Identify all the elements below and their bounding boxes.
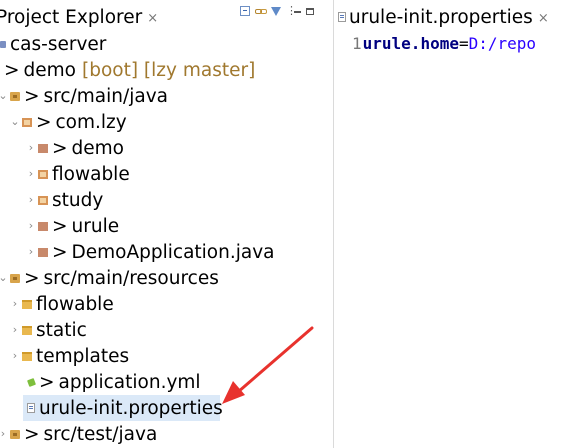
minimize-icon[interactable] — [294, 6, 301, 16]
tree-item-templates-folder[interactable]: › templates — [8, 343, 129, 369]
tree-item-label: flowable — [36, 293, 114, 315]
line-number: 1 — [352, 33, 362, 53]
tree-item-label: src/main/java — [43, 85, 168, 107]
tree-item-label: DemoApplication.java — [71, 241, 275, 263]
project-explorer-title: Project Explorer — [0, 6, 143, 28]
tree-item-src-main-resources[interactable]: ⌄ > src/main/resources — [0, 265, 219, 291]
tree-item-demo-project[interactable]: > demo [boot] [lzy master] — [0, 57, 255, 83]
chevron-right-icon[interactable]: › — [24, 135, 38, 161]
dirty-marker: > — [39, 371, 55, 393]
tree-item-label: demo — [23, 59, 76, 81]
maximize-icon[interactable] — [306, 7, 314, 15]
view-divider[interactable] — [333, 0, 334, 448]
dirty-marker: > — [52, 137, 68, 159]
tree-item-label: templates — [36, 345, 130, 367]
tree-item-urule-package[interactable]: › > urule — [24, 213, 119, 239]
java-file-icon — [38, 247, 48, 257]
dirty-marker: > — [24, 423, 40, 445]
chevron-right-icon[interactable]: › — [8, 343, 22, 369]
dirty-marker: > — [4, 59, 20, 81]
tree-item-label: src/main/resources — [43, 267, 219, 289]
tree-item-study-package[interactable]: › study — [24, 187, 104, 213]
tree-item-label: com.lzy — [55, 111, 127, 133]
tree-item-label: application.yml — [58, 371, 201, 393]
folder-icon — [22, 325, 32, 335]
tree-item-demo-package[interactable]: › > demo — [24, 135, 124, 161]
chevron-down-icon[interactable]: ⌄ — [0, 265, 10, 291]
project-decoration: [boot] [lzy master] — [81, 59, 256, 81]
package-icon — [38, 195, 48, 205]
chevron-right-icon[interactable]: › — [8, 291, 22, 317]
property-equals: = — [458, 33, 469, 53]
source-folder-icon — [10, 429, 20, 439]
tree-item-label: static — [36, 319, 87, 341]
tree-item-label: cas-server — [10, 33, 107, 55]
dirty-marker: > — [36, 111, 52, 133]
editor-tab-title: urule-init.properties — [349, 6, 533, 28]
chevron-right-icon[interactable]: › — [24, 239, 38, 265]
chevron-down-icon[interactable]: ⌄ — [8, 109, 22, 135]
folder-icon — [22, 299, 32, 309]
view-toolbar: ⋮ — [240, 4, 314, 18]
chevron-right-icon[interactable]: › — [24, 213, 38, 239]
property-key: urule.home — [362, 33, 459, 53]
tree-item-application-yml[interactable]: > application.yml — [27, 369, 201, 395]
tree-item-static-folder[interactable]: › static — [8, 317, 87, 343]
tree-item-urule-init-properties[interactable]: urule-init.properties — [0, 395, 223, 421]
dirty-marker: > — [24, 85, 40, 107]
package-icon — [38, 221, 48, 231]
editor-tab-urule-init-properties[interactable]: urule-init.properties × — [338, 4, 549, 30]
tree-item-flowable-package[interactable]: › flowable — [24, 161, 130, 187]
tree-item-label: urule-init.properties — [39, 397, 223, 419]
tree-item-src-main-java[interactable]: ⌄ > src/main/java — [0, 83, 168, 109]
tree-item-label: flowable — [52, 163, 130, 185]
tree-item-src-test-java[interactable]: › > src/test/java — [0, 421, 157, 447]
link-with-editor-icon[interactable] — [255, 6, 267, 16]
tree-item-label: src/test/java — [43, 423, 158, 445]
chevron-right-icon[interactable]: › — [0, 421, 10, 447]
tree-item-label: study — [52, 189, 104, 211]
collapse-all-icon[interactable] — [240, 6, 250, 16]
chevron-down-icon[interactable]: ⌄ — [0, 83, 10, 109]
project-icon — [0, 40, 6, 48]
source-folder-icon — [10, 91, 20, 101]
folder-icon — [22, 351, 32, 361]
project-explorer-view: Project Explorer × ⋮ cas-server > demo [… — [0, 0, 333, 448]
tree-item-flowable-folder[interactable]: › flowable — [8, 291, 114, 317]
project-explorer-tab[interactable]: Project Explorer × — [0, 4, 158, 30]
package-icon — [38, 143, 48, 153]
properties-file-icon — [27, 403, 35, 413]
view-menu-icon[interactable]: ⋮ — [286, 5, 297, 16]
package-icon — [22, 117, 32, 127]
tree-item-demo-application-java[interactable]: › > DemoApplication.java — [24, 239, 275, 265]
dirty-marker: > — [24, 267, 40, 289]
tree-item-label: demo — [71, 137, 124, 159]
chevron-right-icon[interactable]: › — [24, 187, 38, 213]
source-folder-icon — [10, 273, 20, 283]
filter-icon[interactable] — [271, 6, 281, 16]
properties-file-icon — [338, 12, 346, 22]
chevron-right-icon[interactable]: › — [8, 317, 22, 343]
chevron-right-icon[interactable]: › — [24, 161, 38, 187]
package-icon — [38, 169, 48, 179]
tree-item-com-lzy[interactable]: ⌄ > com.lzy — [8, 109, 127, 135]
close-icon[interactable]: × — [147, 11, 158, 26]
tree-item-cas-server[interactable]: cas-server — [0, 31, 106, 57]
editor-line-1[interactable]: 1 urule.home = D:/repo — [352, 31, 536, 55]
close-icon[interactable]: × — [538, 11, 549, 26]
dirty-marker: > — [52, 215, 68, 237]
dirty-marker: > — [52, 241, 68, 263]
tree-item-label: urule — [71, 215, 120, 237]
yml-file-icon — [27, 377, 36, 387]
property-value: D:/repo — [468, 33, 537, 53]
